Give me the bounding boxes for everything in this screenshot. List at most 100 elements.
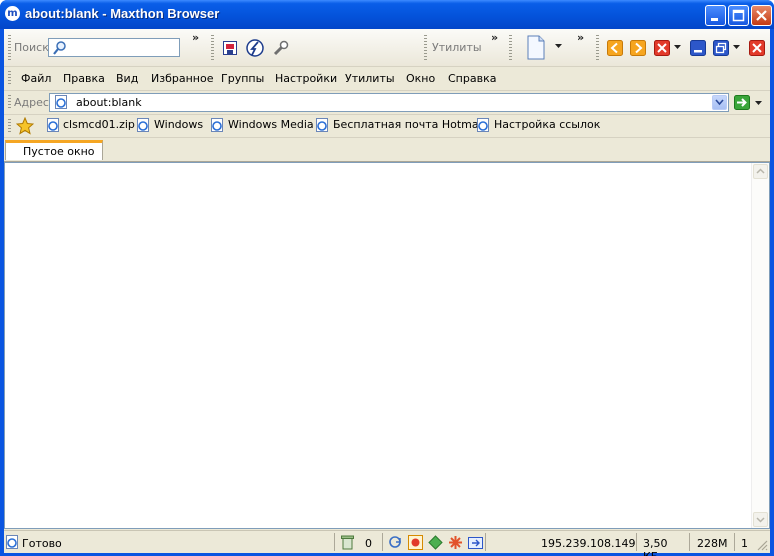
menu-help[interactable]: Справка <box>448 72 496 85</box>
close-button[interactable] <box>751 5 772 26</box>
chevron-down-icon[interactable] <box>733 45 741 51</box>
browser-window: m about:blank - Maxthon Browser Поиск » <box>0 0 774 556</box>
ie-page-icon <box>55 95 67 109</box>
address-dropdown-button[interactable] <box>712 95 727 110</box>
address-label: Адрес <box>14 96 49 109</box>
chevron-down-icon <box>715 99 724 106</box>
minimize-button[interactable] <box>705 5 726 26</box>
toolbar-grip[interactable] <box>8 35 11 61</box>
link-windows-media[interactable]: Windows Media <box>228 118 314 131</box>
links-bar: clsmcd01.zip Windows Windows Media Беспл… <box>4 115 770 138</box>
ie-page-icon <box>47 118 59 132</box>
ie-page-icon <box>211 118 223 132</box>
size-cell: 3,50 КБ <box>636 533 686 556</box>
link-hotmail[interactable]: Бесплатная почта Hotmail <box>333 118 485 131</box>
minimize-tab-icon[interactable] <box>690 40 706 56</box>
toolbar-grip[interactable] <box>596 35 599 61</box>
main-toolbar: Поиск » Утилиты » » <box>4 29 770 67</box>
menu-view[interactable]: Вид <box>116 72 138 85</box>
recycle-cell[interactable]: 0 <box>334 533 378 551</box>
toolbar-grip[interactable] <box>424 35 427 61</box>
page-count: 1 <box>741 537 748 550</box>
ie-page-icon <box>137 118 149 132</box>
minimize-icon <box>711 18 718 21</box>
browser-client-area: Поиск » Утилиты » » Файл Правка Вид Избр… <box>4 29 770 556</box>
title-bar[interactable]: m about:blank - Maxthon Browser <box>0 0 774 29</box>
ip-cell: 195.239.108.149 <box>485 533 636 551</box>
sync-icon[interactable] <box>388 535 403 550</box>
new-page-icon[interactable] <box>526 35 546 61</box>
scroll-down-button[interactable] <box>753 512 768 527</box>
chevron-down-icon[interactable] <box>755 101 763 107</box>
scroll-up-button[interactable] <box>753 164 768 179</box>
menu-window[interactable]: Окно <box>406 72 435 85</box>
tab-bar: Пустое окно <box>4 138 770 162</box>
address-value: about:blank <box>76 96 142 109</box>
search-label: Поиск <box>14 41 49 54</box>
flower-icon[interactable] <box>448 535 463 550</box>
proxy-icon[interactable] <box>468 535 483 550</box>
menu-favorites[interactable]: Избранное <box>151 72 213 85</box>
close-icon <box>756 10 767 21</box>
ie-page-icon <box>316 118 328 132</box>
tab-blank[interactable]: Пустое окно <box>5 140 103 160</box>
page-content[interactable] <box>4 162 770 529</box>
forward-icon[interactable] <box>630 40 646 56</box>
utilities-more-chevron[interactable]: » <box>491 31 498 44</box>
status-text: Готово <box>22 537 62 550</box>
save-page-icon[interactable] <box>222 40 238 56</box>
menu-grip[interactable] <box>8 71 11 86</box>
page-count-cell: 1 <box>734 533 756 551</box>
window-title: about:blank - Maxthon Browser <box>25 6 220 21</box>
toolbar-grip[interactable] <box>211 35 214 61</box>
tools-icon[interactable] <box>272 39 290 57</box>
flash-icon[interactable] <box>246 39 264 57</box>
menu-settings[interactable]: Настройки <box>275 72 337 85</box>
search-input[interactable] <box>48 38 180 57</box>
address-grip[interactable] <box>8 95 11 110</box>
link-windows[interactable]: Windows <box>154 118 203 131</box>
search-more-chevron[interactable]: » <box>192 31 199 44</box>
vertical-scrollbar[interactable] <box>751 163 769 528</box>
close-tab-icon[interactable] <box>654 40 670 56</box>
chevron-down-icon[interactable] <box>674 45 682 51</box>
chevron-up-icon <box>756 168 765 174</box>
link-customize[interactable]: Настройка ссылок <box>494 118 600 131</box>
new-page-more-chevron[interactable]: » <box>577 31 584 44</box>
ip-address: 195.239.108.149 <box>541 537 636 550</box>
resize-grip-icon[interactable] <box>756 539 768 551</box>
links-grip[interactable] <box>8 119 11 134</box>
maximize-icon <box>732 9 745 22</box>
address-bar: Адрес about:blank <box>4 91 770 115</box>
address-input[interactable]: about:blank <box>49 93 729 112</box>
recycle-bin-icon <box>341 535 354 550</box>
chevron-down-icon[interactable] <box>555 44 563 50</box>
ad-hunter-icon[interactable] <box>428 535 443 550</box>
status-icons-cell <box>382 533 483 551</box>
utilities-label[interactable]: Утилиты <box>432 41 482 54</box>
page-size: 3,50 КБ <box>643 537 668 556</box>
memory-usage: 228M <box>697 537 728 550</box>
menu-edit[interactable]: Правка <box>63 72 105 85</box>
memory-cell: 228M <box>689 533 731 551</box>
menu-file[interactable]: Файл <box>21 72 51 85</box>
chevron-down-icon <box>756 517 765 523</box>
menu-groups[interactable]: Группы <box>221 72 264 85</box>
maxthon-logo-icon[interactable]: m <box>5 6 20 21</box>
status-bar: Готово 0 195.239.108.149 3,50 КБ <box>4 530 770 556</box>
menu-bar: Файл Правка Вид Избранное Группы Настрой… <box>4 67 770 91</box>
page-status-icon <box>6 535 18 549</box>
restore-tab-icon[interactable] <box>713 40 729 56</box>
maximize-button[interactable] <box>728 5 749 26</box>
favorites-star-icon[interactable] <box>16 117 34 135</box>
go-icon[interactable] <box>734 95 750 110</box>
ie-page-icon <box>477 118 489 132</box>
popup-blocker-icon[interactable] <box>408 535 423 550</box>
search-icon <box>53 41 66 55</box>
back-icon[interactable] <box>607 40 623 56</box>
close-all-icon[interactable] <box>749 40 765 56</box>
toolbar-grip[interactable] <box>509 35 512 61</box>
menu-utilities[interactable]: Утилиты <box>345 72 395 85</box>
link-clsmcd01[interactable]: clsmcd01.zip <box>63 118 135 131</box>
tab-label: Пустое окно <box>23 145 95 158</box>
